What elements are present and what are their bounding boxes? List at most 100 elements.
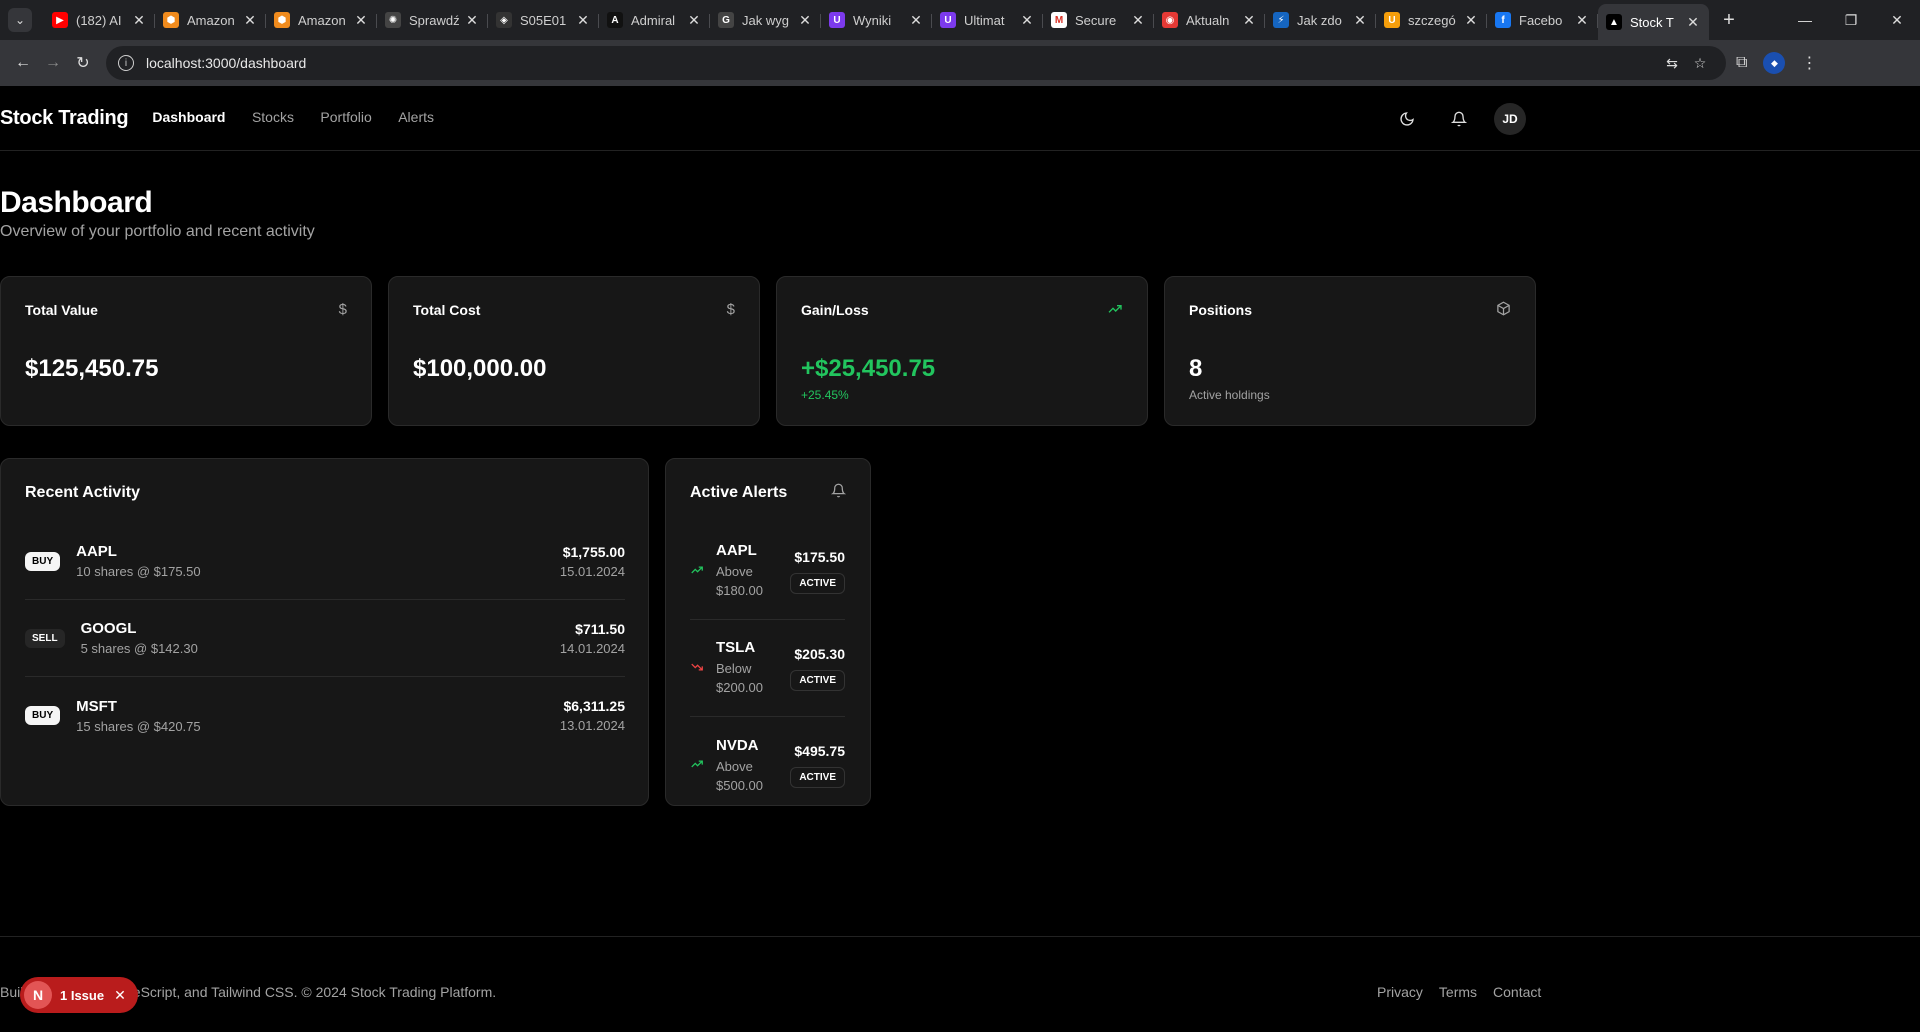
profile-avatar[interactable]: ◆ xyxy=(1763,52,1786,74)
alert-current-price: $205.30 xyxy=(794,645,845,662)
close-tab-icon[interactable]: ✕ xyxy=(686,12,702,29)
trade-type-badge: SELL xyxy=(25,628,65,648)
nav-alerts[interactable]: Alerts xyxy=(398,109,434,125)
close-window-button[interactable]: ✕ xyxy=(1874,0,1920,40)
brand-logo[interactable]: Stock Trading xyxy=(0,107,129,130)
back-button[interactable]: ← xyxy=(8,54,38,72)
browser-tab[interactable]: ◉ Aktualn ✕ xyxy=(1154,4,1265,36)
browser-tab[interactable]: G Jak wyg ✕ xyxy=(710,4,821,36)
total-value-label: Total Value xyxy=(25,302,98,318)
browser-tab[interactable]: M Secure ✕ xyxy=(1043,4,1154,36)
extensions-icon[interactable]: ⧉ xyxy=(1736,54,1747,72)
theme-toggle-moon-icon[interactable] xyxy=(1390,102,1424,136)
address-toolbar: ← → ↻ i localhost:3000/dashboard ⇆ ☆ ⧉ ◆… xyxy=(0,40,1920,86)
translate-icon[interactable]: ⇆ xyxy=(1658,55,1686,72)
tab-title: (182) AI xyxy=(76,12,122,28)
browser-tab[interactable]: Uszczegó ✕ xyxy=(1376,4,1487,36)
close-tab-icon[interactable]: ✕ xyxy=(1685,14,1701,31)
browser-tab[interactable]: ⬢ Amazon ✕ xyxy=(155,4,266,36)
app-header: Stock Trading Dashboard Stocks Portfolio… xyxy=(0,86,1920,151)
activity-amount: $1,755.00 xyxy=(562,543,625,560)
footer-link-terms[interactable]: Terms xyxy=(1439,984,1477,1000)
browser-tab[interactable]: U Ultimat ✕ xyxy=(932,4,1043,36)
tab-title: Amazon xyxy=(298,12,346,28)
reload-button[interactable]: ↻ xyxy=(68,53,98,73)
alert-row: NVDA Above $500.00 $495.75 ACTIVE xyxy=(690,717,845,814)
close-tab-icon[interactable]: ✕ xyxy=(1130,12,1146,29)
browser-tab[interactable]: ✺ Sprawdź ✕ xyxy=(377,4,488,36)
minimize-button[interactable]: — xyxy=(1782,0,1828,40)
gain-loss-label: Gain/Loss xyxy=(801,302,869,318)
nextjs-issues-badge[interactable]: N 1 Issue ✕ xyxy=(20,977,138,1013)
tab-title: Aktualn xyxy=(1186,12,1230,28)
u-icon: U xyxy=(940,12,956,28)
browser-tab[interactable]: A Admiral ✕ xyxy=(599,4,710,36)
trending-up-icon xyxy=(690,563,710,580)
close-tab-icon[interactable]: ✕ xyxy=(242,12,258,29)
new-tab-button[interactable]: + xyxy=(1715,9,1743,32)
activity-symbol: GOOGL xyxy=(80,620,137,637)
footer-link-contact[interactable]: Contact xyxy=(1493,984,1541,1000)
activity-date: 15.01.2024 xyxy=(559,563,625,579)
aws-icon: ⬢ xyxy=(163,12,179,28)
tab-search-button[interactable]: ⌄ xyxy=(8,8,32,32)
close-tab-icon[interactable]: ✕ xyxy=(575,12,591,29)
positions-count: 8 xyxy=(1189,355,1203,382)
address-bar[interactable]: i localhost:3000/dashboard ⇆ ☆ xyxy=(106,46,1726,80)
active-alerts-title: Active Alerts xyxy=(690,484,788,501)
close-icon[interactable]: ✕ xyxy=(114,987,126,1004)
browser-tab[interactable]: ▶ (182) AI ✕ xyxy=(44,4,155,36)
nav-portfolio[interactable]: Portfolio xyxy=(320,109,371,125)
browser-tab[interactable]: ▲ Stock T ✕ xyxy=(1598,4,1709,40)
notifications-bell-icon[interactable] xyxy=(1442,102,1476,136)
tab-title: Amazon xyxy=(187,12,235,28)
alert-current-price: $175.50 xyxy=(794,548,845,565)
main-nav: Dashboard Stocks Portfolio Alerts xyxy=(152,109,456,127)
dollar-icon: $ xyxy=(726,301,735,318)
close-tab-icon[interactable]: ✕ xyxy=(1463,12,1479,29)
activity-detail: 5 shares @ $142.30 xyxy=(80,641,198,656)
close-tab-icon[interactable]: ✕ xyxy=(797,12,813,29)
browser-tab[interactable]: ◈ S05E01 ✕ xyxy=(488,4,599,36)
browser-tab[interactable]: ⬢ Amazon ✕ xyxy=(266,4,377,36)
browser-tab[interactable]: f Facebo ✕ xyxy=(1487,4,1598,36)
nextjs-logo-icon[interactable]: N xyxy=(24,981,52,1009)
total-value-amount: $125,450.75 xyxy=(25,355,159,382)
restore-button[interactable]: ❐ xyxy=(1828,0,1874,40)
nav-stocks[interactable]: Stocks xyxy=(252,109,294,125)
activity-detail: 15 shares @ $420.75 xyxy=(76,718,201,734)
browser-menu-icon[interactable]: ⋮ xyxy=(1801,53,1817,73)
u-icon: U xyxy=(829,12,845,28)
close-tab-icon[interactable]: ✕ xyxy=(131,12,147,29)
activity-row: BUY MSFT 15 shares @ $420.75 $6,311.25 1… xyxy=(25,677,625,754)
url-text[interactable]: localhost:3000/dashboard xyxy=(146,55,306,71)
close-tab-icon[interactable]: ✕ xyxy=(353,12,369,29)
u-icon: U xyxy=(1384,12,1400,28)
footer-link-privacy[interactable]: Privacy xyxy=(1377,984,1423,1000)
browser-tabbar: ⌄ ▶ (182) AI ✕ ⬢ Amazon ✕ ⬢ Amazon ✕ ✺ Sprawdź ✕ ◈ S0… xyxy=(0,0,1920,40)
gain-loss-percent: +25.45% xyxy=(801,388,849,402)
nav-dashboard[interactable]: Dashboard xyxy=(152,109,225,125)
aws-icon: ⬢ xyxy=(274,12,290,28)
youtube-icon: ▶ xyxy=(52,12,68,28)
close-tab-icon[interactable]: ✕ xyxy=(1352,12,1368,29)
site-info-icon[interactable]: i xyxy=(118,55,134,71)
close-tab-icon[interactable]: ✕ xyxy=(908,12,924,29)
trade-type-badge: BUY xyxy=(25,551,61,571)
positions-label: Positions xyxy=(1189,302,1253,318)
close-tab-icon[interactable]: ✕ xyxy=(1241,12,1257,29)
bookmark-star-icon[interactable]: ☆ xyxy=(1686,55,1714,72)
activity-list: BUY AAPL 10 shares @ $175.50 $1,755.00 1… xyxy=(25,523,625,754)
close-tab-icon[interactable]: ✕ xyxy=(1574,12,1590,29)
close-tab-icon[interactable]: ✕ xyxy=(464,12,480,29)
browser-tab[interactable]: U Wyniki ✕ xyxy=(821,4,932,36)
alert-symbol: AAPL xyxy=(716,542,757,559)
alert-direction: Above xyxy=(716,758,753,774)
browser-tab[interactable]: ⚡ Jak zdo ✕ xyxy=(1265,4,1376,36)
close-tab-icon[interactable]: ✕ xyxy=(1019,12,1035,29)
user-avatar[interactable]: JD xyxy=(1494,103,1526,135)
issue-count-label[interactable]: 1 Issue xyxy=(60,988,104,1003)
alert-status-badge: ACTIVE xyxy=(790,572,845,594)
positions-card: Positions 8 Active holdings xyxy=(1164,276,1536,426)
forward-button[interactable]: → xyxy=(38,54,68,72)
